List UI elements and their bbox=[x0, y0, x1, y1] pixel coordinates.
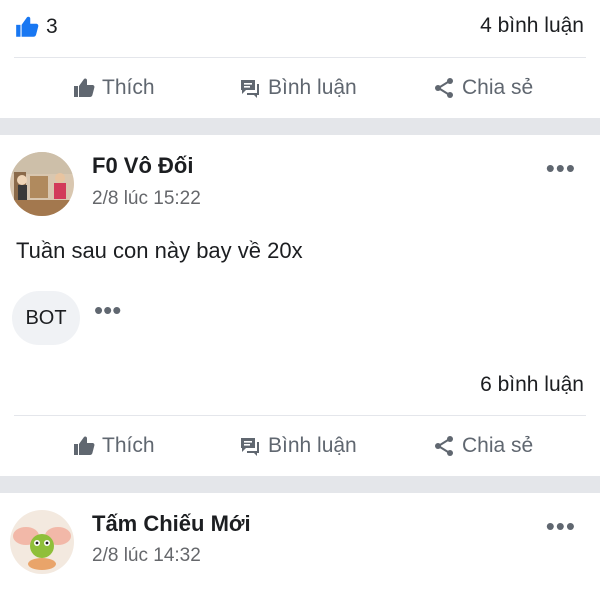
share-label: Chia sẻ bbox=[462, 76, 534, 99]
post-timestamp[interactable]: 2/8 lúc 14:32 bbox=[92, 545, 201, 567]
post-author[interactable]: F0 Vô Đối bbox=[92, 153, 193, 179]
like-label: Thích bbox=[102, 76, 155, 99]
like-reaction-icon bbox=[16, 16, 39, 37]
comment-icon bbox=[241, 438, 259, 456]
comment-button[interactable]: Bình luận bbox=[238, 416, 357, 476]
avatar-photo bbox=[10, 152, 74, 216]
like-count: 3 bbox=[46, 15, 58, 38]
comment-count[interactable]: 6 bình luận bbox=[480, 373, 584, 397]
share-button[interactable]: Chia sẻ bbox=[432, 416, 533, 476]
comment-label: Bình luận bbox=[268, 434, 357, 457]
share-icon bbox=[435, 78, 453, 98]
feed-separator bbox=[0, 476, 600, 493]
stock-tag[interactable]: BOT bbox=[12, 291, 80, 345]
avatar[interactable] bbox=[10, 152, 74, 216]
post-stats: 3 4 bình luận bbox=[0, 0, 600, 56]
more-options-button[interactable]: ••• bbox=[546, 513, 576, 539]
post-author[interactable]: Tấm Chiếu Mới bbox=[92, 511, 251, 537]
comment-label: Bình luận bbox=[268, 76, 357, 99]
like-label: Thích bbox=[102, 434, 155, 457]
post-actions: Thích Bình luận Chia sẻ bbox=[0, 58, 600, 118]
feed-separator bbox=[0, 118, 600, 135]
comment-button[interactable]: Bình luận bbox=[238, 58, 357, 118]
share-button[interactable]: Chia sẻ bbox=[432, 58, 533, 118]
thumbs-up-icon bbox=[74, 78, 95, 97]
reaction-summary[interactable]: 3 bbox=[14, 14, 58, 40]
avatar[interactable] bbox=[10, 510, 74, 574]
share-icon bbox=[435, 436, 453, 456]
post-text: Tuần sau con này bay về 20x bbox=[16, 238, 303, 263]
thumbs-up-icon bbox=[74, 436, 95, 455]
post-actions: Thích Bình luận Chia sẻ bbox=[0, 416, 600, 476]
more-options-button[interactable]: ••• bbox=[546, 155, 576, 181]
like-button[interactable]: Thích bbox=[72, 416, 155, 476]
comment-count[interactable]: 4 bình luận bbox=[480, 14, 584, 38]
tag-more-button[interactable]: ••• bbox=[94, 297, 121, 323]
avatar-photo bbox=[10, 510, 74, 574]
like-button[interactable]: Thích bbox=[72, 58, 155, 118]
share-label: Chia sẻ bbox=[462, 434, 534, 457]
post-timestamp[interactable]: 2/8 lúc 15:22 bbox=[92, 188, 201, 210]
comment-icon bbox=[241, 80, 259, 98]
